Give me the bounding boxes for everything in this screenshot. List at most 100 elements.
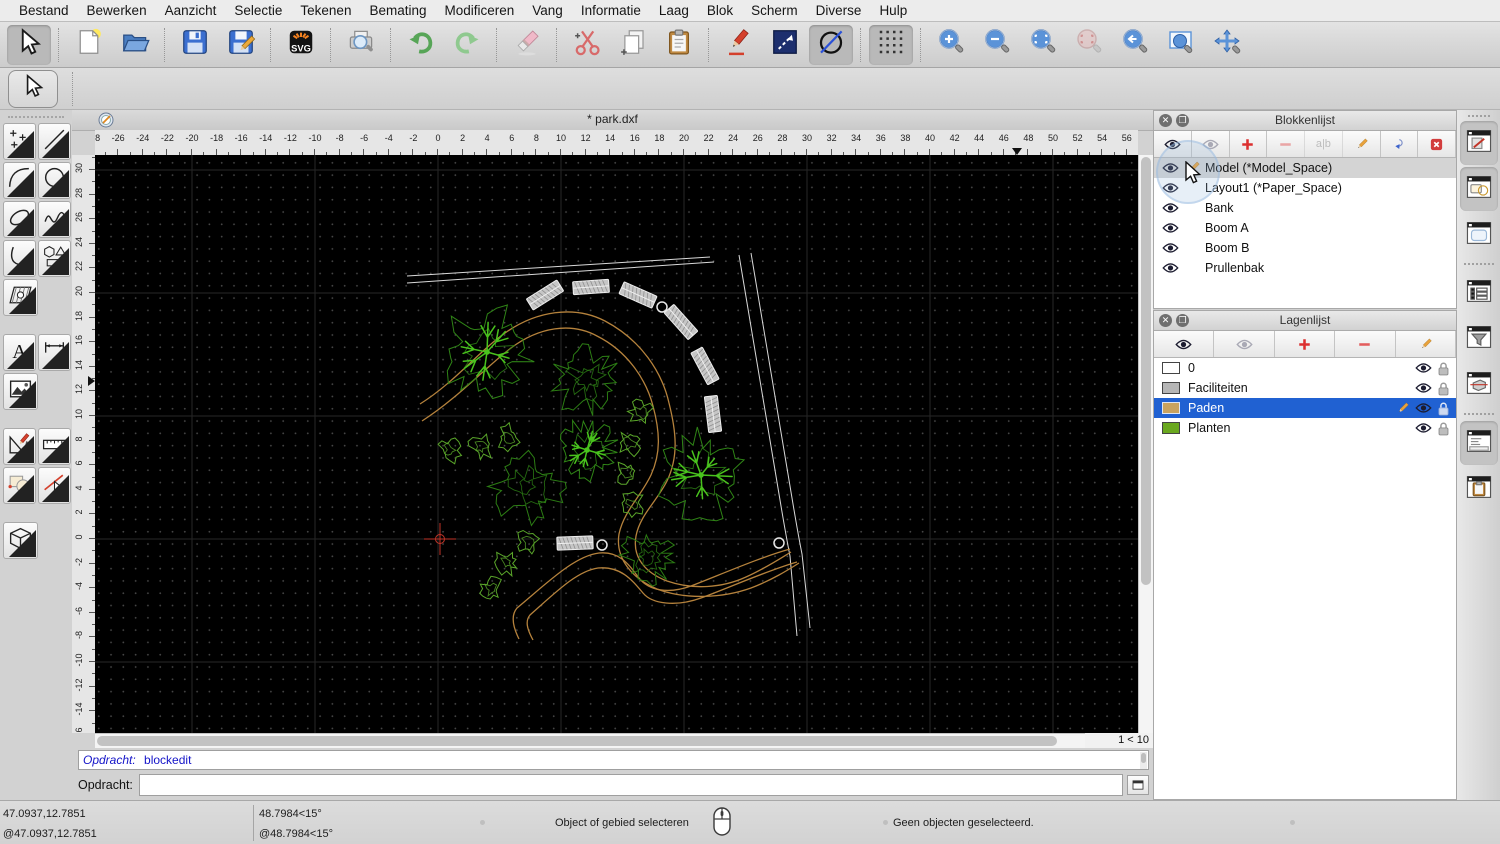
select-tool[interactable]	[7, 24, 51, 65]
tool-polyline[interactable]	[3, 240, 36, 277]
block-list-item[interactable]: Boom A	[1154, 218, 1456, 238]
shrub-block[interactable]	[617, 461, 636, 485]
tree-block[interactable]	[559, 418, 619, 483]
park-path[interactable]	[421, 327, 800, 598]
menu-laag[interactable]: Laag	[650, 0, 698, 22]
layer-visibility-eye-icon[interactable]	[1415, 382, 1432, 395]
remove-block-button[interactable]	[1267, 131, 1305, 157]
block-list-item[interactable]: Prullenbak	[1154, 258, 1456, 278]
previous-view-button[interactable]	[1113, 25, 1157, 65]
layer-lock-icon[interactable]	[1437, 421, 1450, 437]
paste-button[interactable]	[657, 25, 701, 65]
copy-button[interactable]	[611, 25, 655, 65]
park-path[interactable]	[526, 561, 798, 641]
command-input[interactable]	[138, 774, 1123, 796]
tool-arc[interactable]	[3, 162, 36, 199]
tool-modify[interactable]	[3, 467, 36, 504]
show-all-layers-button[interactable]	[1154, 331, 1215, 357]
shrub-block[interactable]	[517, 529, 541, 555]
layer-lock-icon[interactable]	[1437, 361, 1450, 377]
tree-block[interactable]	[657, 426, 746, 522]
svg-export-button[interactable]: SVG	[279, 25, 323, 65]
block-visibility-eye-icon[interactable]	[1162, 202, 1179, 215]
tool-spline[interactable]	[38, 201, 71, 238]
layer-visibility-eye-icon[interactable]	[1415, 402, 1432, 415]
draft-mode-button[interactable]	[809, 24, 853, 65]
tool-ellipse[interactable]	[3, 201, 36, 238]
layer-lock-icon[interactable]	[1437, 401, 1450, 417]
layer-panel-header[interactable]: ✕ ❐ Lagenlijst	[1154, 311, 1456, 331]
bench-block[interactable]	[618, 281, 658, 309]
rename-block-button[interactable]: a|b	[1305, 131, 1343, 157]
tree-block[interactable]	[485, 449, 567, 527]
horizontal-scrollbar[interactable]	[95, 733, 1085, 748]
tree-block[interactable]	[617, 533, 677, 587]
trash-bin-block[interactable]	[773, 537, 785, 549]
window-zoom-button[interactable]	[1159, 25, 1203, 65]
block-list-item[interactable]: Boom B	[1154, 238, 1456, 258]
tool-circle[interactable]	[38, 162, 71, 199]
trash-bin-block[interactable]	[596, 539, 608, 551]
block-list-toggle[interactable]	[1459, 167, 1498, 211]
block-visibility-eye-icon[interactable]	[1162, 222, 1179, 235]
shrub-block[interactable]	[619, 431, 642, 458]
horizontal-scrollbar-thumb[interactable]	[97, 736, 1057, 746]
shrub-block[interactable]	[479, 575, 502, 600]
toolbar-drag-handle[interactable]	[1467, 115, 1490, 117]
selection-filter-toggle[interactable]	[1460, 317, 1498, 361]
shrub-block[interactable]	[467, 433, 493, 461]
open-file-button[interactable]	[113, 25, 157, 65]
draw-order-button[interactable]	[717, 25, 761, 65]
edit-layer-button[interactable]	[1396, 331, 1457, 357]
menu-informatie[interactable]: Informatie	[572, 0, 650, 22]
command-line-toggle[interactable]	[1459, 421, 1498, 465]
layer-visibility-eye-icon[interactable]	[1415, 422, 1432, 435]
menu-diverse[interactable]: Diverse	[807, 0, 871, 22]
menu-tekenen[interactable]: Tekenen	[291, 0, 360, 22]
menu-blok[interactable]: Blok	[698, 0, 742, 22]
layer-list-item[interactable]: Faciliteiten	[1154, 378, 1456, 398]
pan-button[interactable]	[1205, 25, 1249, 65]
menu-bestand[interactable]: Bestand	[10, 0, 78, 22]
bench-block[interactable]	[664, 304, 698, 340]
scale-button[interactable]	[763, 25, 807, 65]
shrub-block[interactable]	[626, 398, 655, 425]
add-block-button[interactable]	[1230, 131, 1268, 157]
tool-shapes[interactable]	[38, 240, 71, 277]
menu-vang[interactable]: Vang	[523, 0, 572, 22]
tool-dimension[interactable]	[38, 334, 71, 371]
boundary-line[interactable]	[750, 252, 811, 629]
zoom-out-button[interactable]	[975, 25, 1019, 65]
auto-zoom-button[interactable]	[1021, 25, 1065, 65]
command-history-scrollbar[interactable]	[1140, 752, 1147, 769]
boundary-line[interactable]	[738, 254, 798, 637]
shrub-block[interactable]	[497, 421, 521, 453]
bench-block[interactable]	[703, 394, 723, 434]
bench-block[interactable]	[556, 535, 594, 551]
tool-measure[interactable]	[38, 428, 71, 465]
bench-block[interactable]	[572, 278, 610, 296]
layer-list-item[interactable]: Paden	[1154, 398, 1456, 418]
layer-list-item[interactable]: Planten	[1154, 418, 1456, 438]
remove-layer-button[interactable]	[1335, 331, 1396, 357]
vertical-scrollbar[interactable]	[1138, 155, 1153, 733]
zoom-selection-button[interactable]	[1067, 25, 1111, 65]
command-options-button[interactable]	[1127, 775, 1149, 795]
purge-block-button[interactable]	[1418, 131, 1456, 157]
selection-pointer[interactable]	[8, 69, 58, 108]
layer-list-toggle[interactable]	[1460, 271, 1498, 315]
add-layer-button[interactable]	[1275, 331, 1336, 357]
bench-block[interactable]	[690, 346, 720, 386]
edit-block-button[interactable]	[1343, 131, 1381, 157]
new-file-button[interactable]	[67, 25, 111, 65]
library-browser-toggle[interactable]	[1460, 213, 1498, 257]
tool-cad-tools[interactable]	[3, 428, 36, 465]
boundary-line[interactable]	[406, 261, 715, 284]
document-title-bar[interactable]: * park.dxf	[72, 110, 1153, 131]
tool-points[interactable]	[3, 123, 36, 160]
tool-text[interactable]: A	[3, 334, 36, 371]
drawing-canvas[interactable]	[95, 155, 1138, 733]
menu-hulp[interactable]: Hulp	[870, 0, 916, 22]
tool-image[interactable]	[3, 373, 38, 410]
menu-aanzicht[interactable]: Aanzicht	[156, 0, 226, 22]
